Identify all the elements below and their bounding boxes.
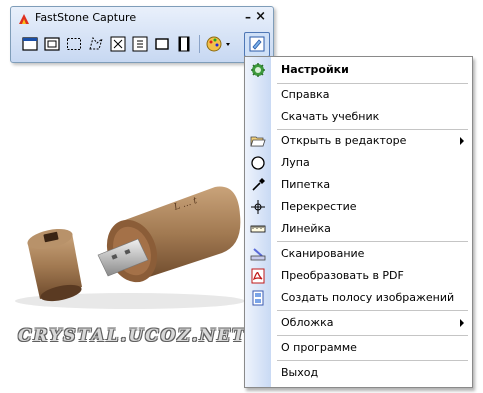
faststone-logo-icon <box>17 11 31 25</box>
menu-item-label: Открыть в редакторе <box>281 134 407 147</box>
menu-item-label: Линейка <box>281 222 331 235</box>
menu-separator <box>277 310 468 311</box>
menu-item-label: Пипетка <box>281 178 331 191</box>
image-strip-icon <box>250 290 266 306</box>
window-title: FastStone Capture <box>35 11 137 24</box>
menu-item-eyedropper[interactable]: Пипетка <box>245 174 472 196</box>
usb-cork-drive-photo: L ... t <box>0 165 250 315</box>
menu-item-crosshair[interactable]: Перекрестие <box>245 196 472 218</box>
menu-item-convert-pdf[interactable]: Преобразовать в PDF <box>245 265 472 287</box>
menu-item-label: Справка <box>281 88 330 101</box>
menu-item-label: Лупа <box>281 156 310 169</box>
capture-window-icon[interactable] <box>21 35 39 53</box>
ruler-icon <box>250 221 266 237</box>
capture-video-icon[interactable] <box>175 35 193 53</box>
watermark-text: CRYSTAL.UCOZ.NET <box>18 326 247 346</box>
menu-item-label: Обложка <box>281 316 334 329</box>
menu-separator <box>277 360 468 361</box>
menu-item-label: Скачать учебник <box>281 110 380 123</box>
menu-item-label: Настройки <box>281 63 349 76</box>
menu-item-label: Создать полосу изображений <box>281 291 455 304</box>
scanner-icon <box>250 246 266 262</box>
menu-item-settings[interactable]: Настройки <box>245 59 472 81</box>
submenu-arrow-icon <box>460 137 464 145</box>
menu-separator <box>277 335 468 336</box>
capture-fixed-region-icon[interactable] <box>153 35 171 53</box>
menu-item-download-tutorial[interactable]: Скачать учебник <box>245 106 472 128</box>
toolbar-separator <box>199 35 200 53</box>
menu-item-label: Сканирование <box>281 247 365 260</box>
submenu-arrow-icon <box>460 319 464 327</box>
menu-item-about[interactable]: О программе <box>245 337 472 359</box>
menu-item-exit[interactable]: Выход <box>245 362 472 384</box>
menu-item-label: Перекрестие <box>281 200 357 213</box>
menu-item-ruler[interactable]: Линейка <box>245 218 472 240</box>
magnifier-icon <box>250 155 266 171</box>
capture-freehand-icon[interactable] <box>87 35 105 53</box>
menu-item-cover[interactable]: Обложка <box>245 312 472 334</box>
menu-item-label: О программе <box>281 341 357 354</box>
menu-item-label: Преобразовать в PDF <box>281 269 404 282</box>
crosshair-icon <box>250 199 266 215</box>
capture-toolbar <box>15 31 270 57</box>
menu-icon <box>248 35 266 53</box>
open-folder-icon <box>250 133 266 149</box>
menu-separator <box>277 241 468 242</box>
output-palette-icon[interactable] <box>205 35 233 53</box>
menu-button-active[interactable] <box>244 32 270 57</box>
menu-item-help[interactable]: Справка <box>245 84 472 106</box>
settings-gear-icon <box>250 62 266 78</box>
menu-item-label: Выход <box>281 366 319 379</box>
close-button[interactable]: × <box>255 9 266 24</box>
title-bar[interactable]: FastStone Capture – × <box>11 7 273 29</box>
minimize-button[interactable]: – <box>245 10 251 24</box>
context-menu: Настройки Справка Скачать учебник Открыт… <box>244 56 473 388</box>
pdf-icon <box>250 268 266 284</box>
menu-item-scan[interactable]: Сканирование <box>245 243 472 265</box>
capture-fullscreen-icon[interactable] <box>109 35 127 53</box>
menu-item-open-in-editor[interactable]: Открыть в редакторе <box>245 130 472 152</box>
menu-item-magnifier[interactable]: Лупа <box>245 152 472 174</box>
capture-scrolling-icon[interactable] <box>131 35 149 53</box>
faststone-capture-toolbar-window: FastStone Capture – × <box>10 6 274 63</box>
capture-object-icon[interactable] <box>43 35 61 53</box>
eyedropper-icon <box>250 177 266 193</box>
capture-rectangle-icon[interactable] <box>65 35 83 53</box>
menu-item-image-strip[interactable]: Создать полосу изображений <box>245 287 472 309</box>
